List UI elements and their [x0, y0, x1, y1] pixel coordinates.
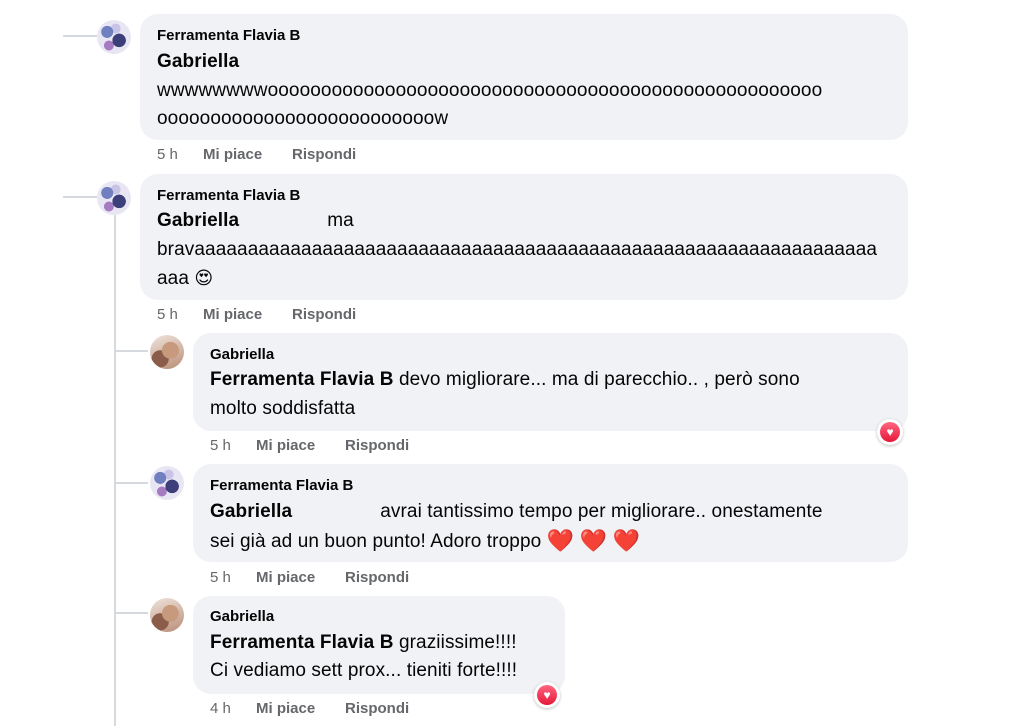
timestamp[interactable]: 5 h	[210, 437, 256, 454]
comment-actions: 5 h Mi piace Rispondi	[210, 437, 409, 454]
comment-author[interactable]: Ferramenta Flavia B	[157, 27, 300, 44]
comment-text: wwwwwwwwoooooooooooooooooooooooooooooooo…	[157, 80, 823, 101]
timestamp[interactable]: 5 h	[157, 306, 203, 323]
comment-text: graziissime!!!!	[398, 632, 517, 653]
comment-last-line: aaa 😍	[157, 268, 213, 290]
mention-tag[interactable]: Ferramenta Flavia B	[210, 632, 394, 653]
like-button[interactable]: Mi piace	[256, 700, 345, 717]
comment-last-line: sei già ad un buon punto! Adoro troppo ❤…	[210, 530, 640, 553]
reply-button[interactable]: Rispondi	[345, 569, 409, 586]
comment-author[interactable]: Gabriella	[210, 608, 274, 625]
comment-actions: 4 h Mi piace Rispondi	[210, 700, 409, 717]
heart-emoji-icon: ❤️	[579, 528, 608, 553]
comment-author[interactable]: Ferramenta Flavia B	[157, 187, 300, 204]
comment-first-line: Ferramenta Flavia B graziissime!!!!	[210, 632, 517, 654]
thread-line	[114, 215, 116, 726]
like-button[interactable]: Mi piace	[256, 437, 345, 454]
like-button[interactable]: Mi piace	[203, 146, 292, 163]
avatar[interactable]	[150, 335, 184, 369]
mention-tag[interactable]: Ferramenta Flavia B	[210, 369, 394, 390]
avatar[interactable]	[150, 466, 184, 500]
reply-button[interactable]: Rispondi	[345, 437, 409, 454]
heart-reaction-icon: ♥	[880, 422, 900, 442]
reply-button[interactable]: Rispondi	[292, 306, 356, 323]
thread-line	[114, 350, 148, 352]
avatar[interactable]	[150, 598, 184, 632]
like-button[interactable]: Mi piace	[256, 569, 345, 586]
timestamp[interactable]: 4 h	[210, 700, 256, 717]
reply-button[interactable]: Rispondi	[292, 146, 356, 163]
comment-actions: 5 h Mi piace Rispondi	[210, 569, 409, 586]
comment-text: bravaaaaaaaaaaaaaaaaaaaaaaaaaaaaaaaaaaaa…	[157, 239, 878, 260]
comment-first-line: Gabriella ma	[157, 210, 354, 232]
heart-eyes-emoji-icon: 😍	[194, 268, 214, 288]
avatar[interactable]	[97, 181, 131, 215]
reaction-badge[interactable]: ♥	[877, 419, 903, 445]
thread-line	[63, 35, 97, 37]
comment-first-line: Gabriella avrai tantissimo tempo per migl…	[210, 501, 823, 523]
comment-text: aaa	[157, 268, 190, 289]
comment-text: molto soddisfatta	[210, 398, 356, 419]
heart-reaction-icon: ♥	[537, 685, 557, 705]
thread-line	[63, 196, 97, 198]
timestamp[interactable]: 5 h	[157, 146, 203, 163]
timestamp[interactable]: 5 h	[210, 569, 256, 586]
comment-author[interactable]: Gabriella	[210, 346, 274, 363]
thread-line	[114, 482, 148, 484]
comment-text: devo migliorare... ma di parecchio.. , p…	[398, 369, 800, 390]
comment-text: avrai tantissimo tempo per migliorare.. …	[380, 501, 823, 522]
comment-author[interactable]: Ferramenta Flavia B	[210, 477, 353, 494]
mention-tag[interactable]: Gabriella	[157, 210, 239, 231]
comment-text: oooooooooooooooooooooooooow	[157, 108, 449, 129]
comment-first-line: Ferramenta Flavia B devo migliorare... m…	[210, 369, 800, 391]
heart-emoji-icon: ❤️	[546, 528, 575, 553]
comment-actions: 5 h Mi piace Rispondi	[157, 306, 356, 323]
comment-text: Ci vediamo sett prox... tieniti forte!!!…	[210, 660, 518, 681]
comment-text: ma	[327, 210, 354, 231]
reaction-badge[interactable]: ♥	[534, 682, 560, 708]
mention-tag[interactable]: Gabriella	[210, 501, 292, 522]
reply-button[interactable]: Rispondi	[345, 700, 409, 717]
like-button[interactable]: Mi piace	[203, 306, 292, 323]
comment-text: sei già ad un buon punto! Adoro troppo	[210, 531, 542, 552]
thread-line	[114, 612, 148, 614]
comment-actions: 5 h Mi piace Rispondi	[157, 146, 356, 163]
heart-emoji-icon: ❤️	[612, 528, 640, 553]
mention-tag[interactable]: Gabriella	[157, 51, 239, 73]
avatar[interactable]	[97, 20, 131, 54]
